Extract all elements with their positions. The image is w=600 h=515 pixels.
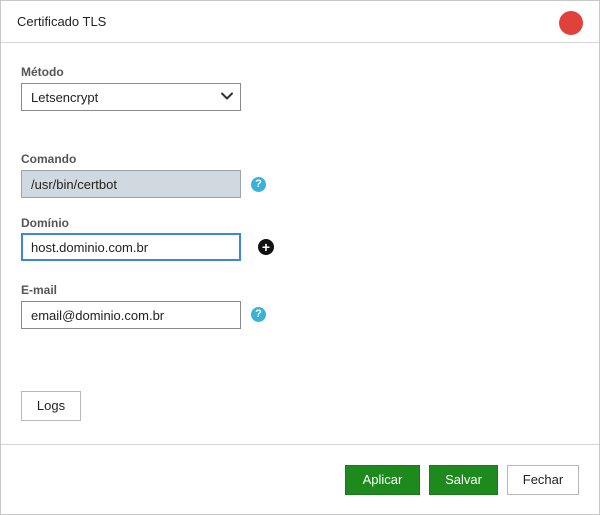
dominio-field-value: host.dominio.com.br — [31, 240, 149, 255]
footer-divider — [1, 444, 599, 445]
metodo-select-value: Letsencrypt — [31, 90, 99, 105]
dialog-header: Certificado TLS — [1, 1, 599, 43]
chevron-down-icon — [221, 92, 233, 100]
metodo-select[interactable]: Letsencrypt — [21, 83, 241, 111]
email-field-value: email@dominio.com.br — [31, 308, 165, 323]
email-label: E-mail — [21, 283, 58, 297]
comando-field: /usr/bin/certbot — [21, 170, 241, 198]
dialog-title: Certificado TLS — [17, 14, 107, 29]
metodo-label: Método — [21, 65, 64, 79]
dominio-field[interactable]: host.dominio.com.br — [21, 233, 241, 261]
email-field[interactable]: email@dominio.com.br — [21, 301, 241, 329]
email-help-icon[interactable]: ? — [251, 307, 266, 322]
aplicar-button[interactable]: Aplicar — [345, 465, 420, 495]
comando-label: Comando — [21, 152, 77, 166]
add-domain-icon[interactable]: + — [258, 239, 274, 255]
close-dialog-button[interactable] — [559, 11, 583, 35]
comando-help-icon[interactable]: ? — [251, 177, 266, 192]
fechar-button[interactable]: Fechar — [507, 465, 579, 495]
logs-button[interactable]: Logs — [21, 391, 81, 421]
comando-field-value: /usr/bin/certbot — [31, 177, 117, 192]
dominio-label: Domínio — [21, 216, 69, 230]
tls-certificate-dialog: Certificado TLS Método Letsencrypt Coman… — [0, 0, 600, 515]
salvar-button[interactable]: Salvar — [429, 465, 498, 495]
